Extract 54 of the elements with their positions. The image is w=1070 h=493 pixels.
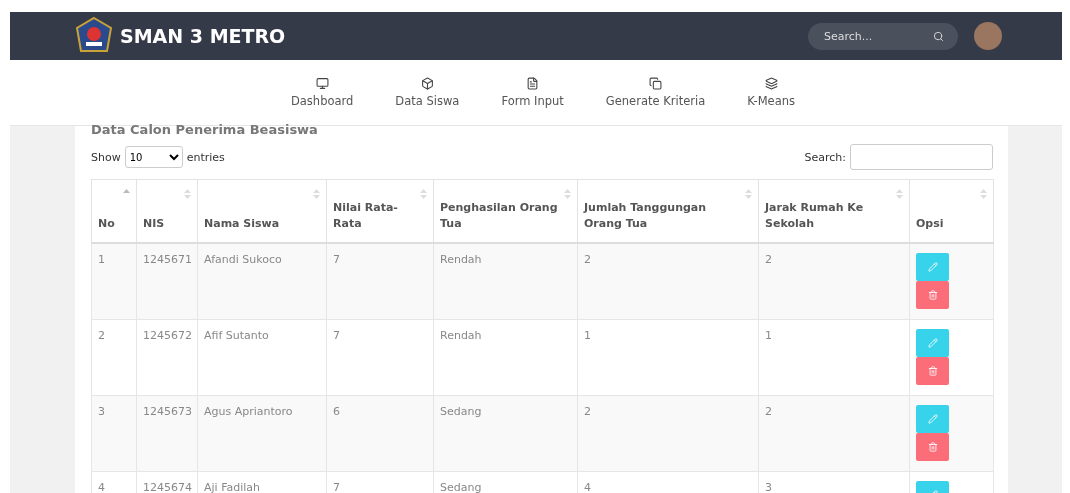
table-cell: 2 [577, 395, 759, 471]
nav-link[interactable]: Form Input [480, 60, 585, 125]
pencil-icon [927, 413, 938, 424]
table-cell: 2 [577, 243, 759, 319]
nav-link[interactable]: K-Means [726, 60, 817, 125]
trash-icon [927, 365, 938, 376]
edit-button[interactable] [916, 328, 949, 357]
table-cell: 1 [91, 243, 137, 319]
pencil-icon [927, 262, 938, 272]
edit-button[interactable] [916, 253, 949, 281]
copy-icon [649, 77, 662, 90]
delete-button[interactable] [916, 432, 949, 461]
search-icon[interactable] [933, 30, 944, 42]
table-cell: 1245673 [136, 395, 198, 471]
table-cell: Rendah [433, 243, 578, 319]
table-cell: 1245672 [136, 319, 198, 395]
table-cell: 1 [758, 319, 910, 395]
search-label: Search: [804, 150, 846, 164]
table-cell: 2 [758, 243, 910, 319]
avatar[interactable] [974, 22, 1002, 50]
layers-icon [764, 77, 778, 90]
table-cell: Sedang [433, 395, 578, 471]
nav-link[interactable]: Dashboard [269, 60, 375, 125]
panel-title: Data Calon Penerima Beasiswa [91, 126, 319, 134]
table-cell: 7 [326, 243, 434, 319]
cube-icon [420, 77, 434, 90]
header-search-field[interactable]: Search... [808, 22, 958, 50]
table-cell: Agus Apriantoro [197, 395, 327, 471]
delete-button[interactable] [916, 356, 949, 385]
edit-button[interactable] [916, 404, 949, 433]
nav-link[interactable]: Data Siswa [374, 60, 481, 125]
table-cell: 2 [758, 395, 910, 471]
table-cell: 4 [91, 471, 137, 493]
table-cell: 1 [577, 319, 759, 395]
table-cell: Rendah [433, 319, 578, 395]
trash-icon [927, 290, 938, 300]
table-cell: 2 [91, 319, 137, 395]
table-cell: Afif Sutanto [197, 319, 327, 395]
entries-select[interactable]: 10 [124, 146, 183, 168]
document-icon [526, 77, 540, 90]
nav-link[interactable]: Generate Kriteria [584, 60, 727, 125]
table-cell: Afandi Sukoco [197, 243, 327, 319]
delete-button[interactable] [916, 281, 949, 309]
table-cell: 3 [91, 395, 137, 471]
show-label: Show [91, 150, 121, 164]
monitor-icon [315, 77, 329, 90]
brand-name: SMAN 3 METRO [120, 25, 287, 47]
table-cell: 6 [326, 395, 434, 471]
table-cell: 7 [326, 319, 434, 395]
pencil-icon [927, 337, 938, 348]
entries-label: entries [186, 150, 225, 164]
trash-icon [927, 441, 938, 452]
table-cell: 1245671 [136, 243, 198, 319]
table-search-field[interactable] [850, 144, 993, 170]
